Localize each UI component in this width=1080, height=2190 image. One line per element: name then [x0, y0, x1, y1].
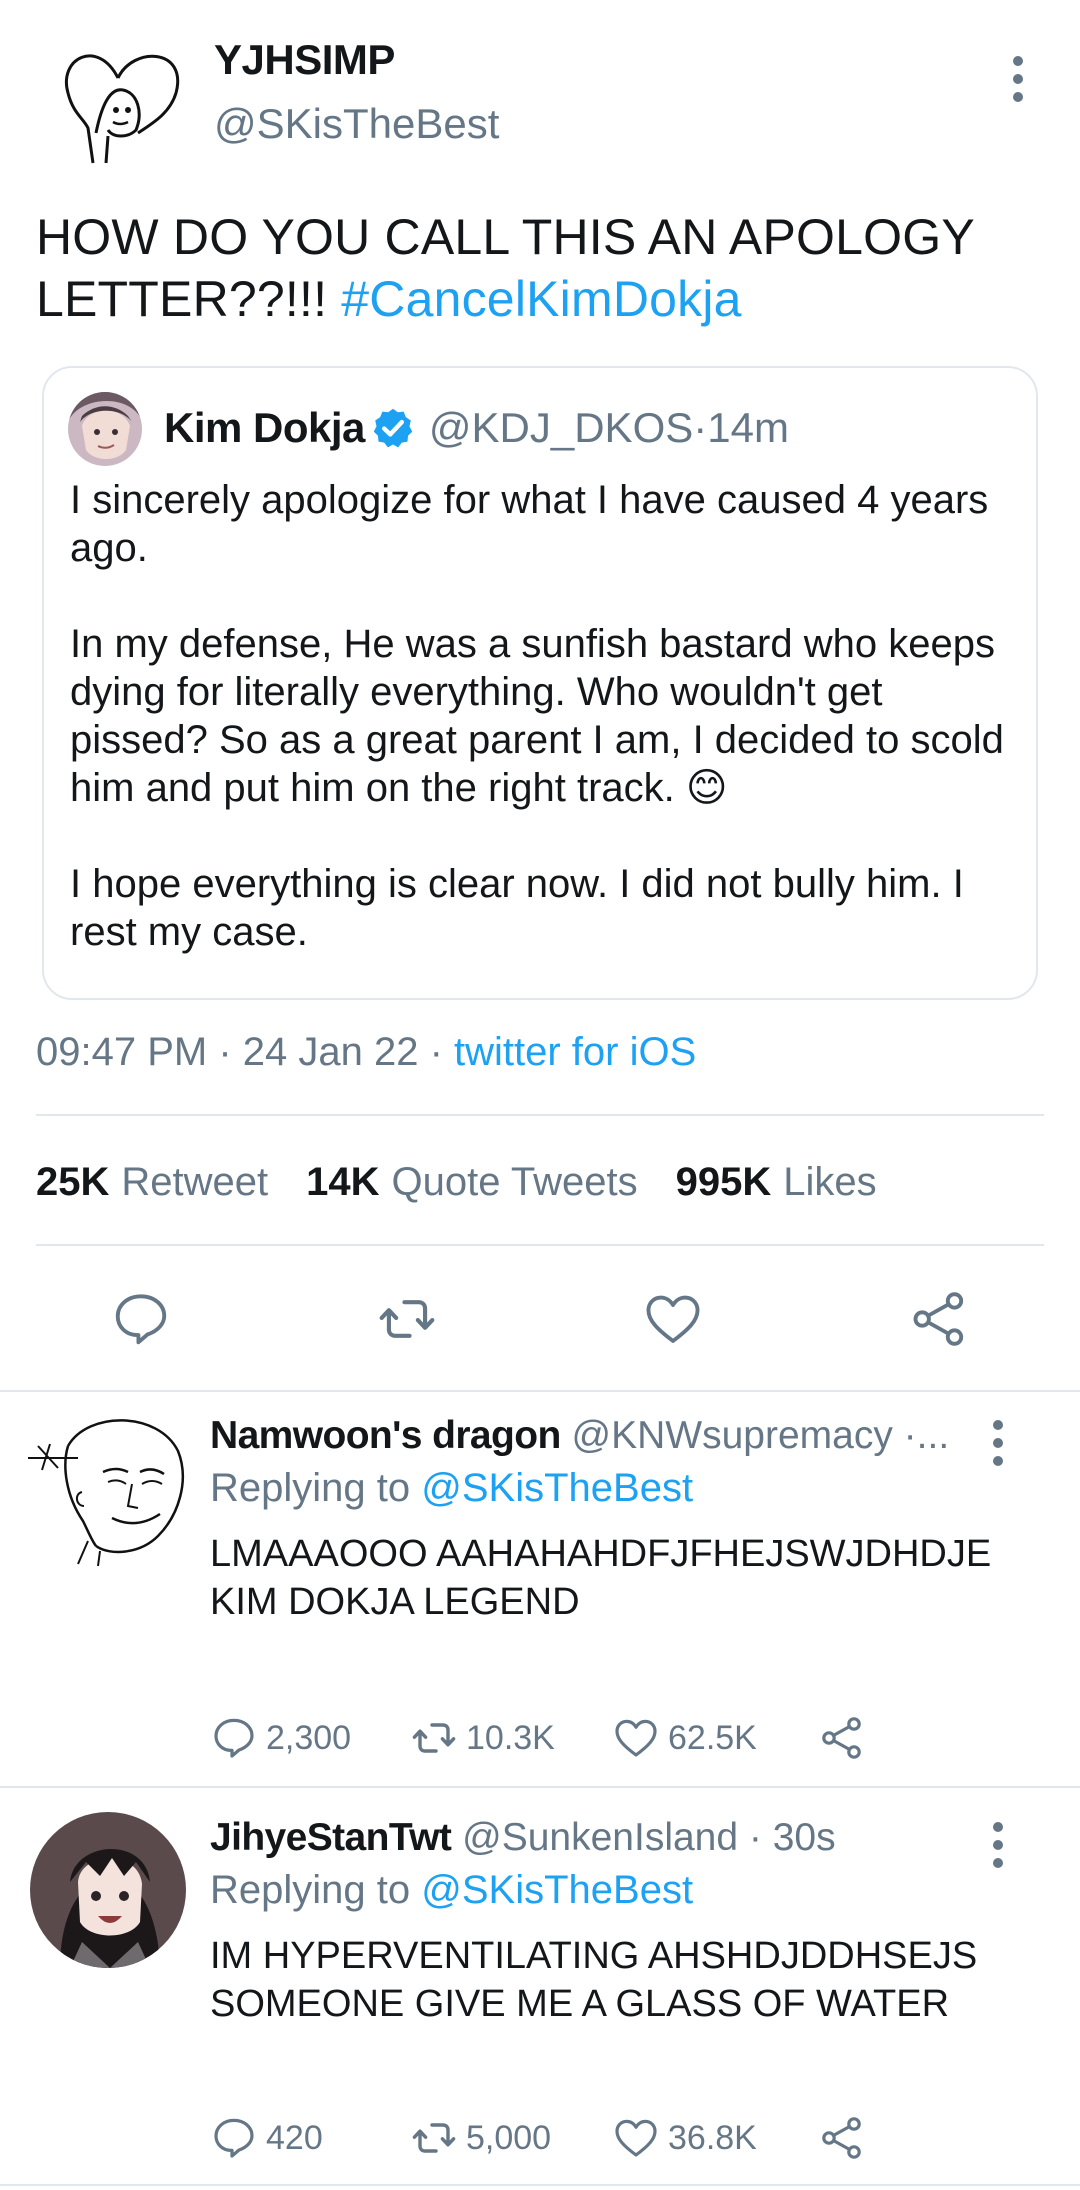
like-count: 62.5K	[668, 1718, 757, 1757]
retweet-icon[interactable]	[376, 1288, 438, 1350]
quote-tweets-count: 14K	[306, 1160, 380, 1204]
wojak-avatar-image	[28, 1419, 185, 1567]
reply-icon	[214, 1718, 254, 1758]
heart-icon[interactable]	[642, 1288, 704, 1350]
replying-to-handle[interactable]: @SKisTheBest	[421, 1466, 693, 1510]
separator-dot: ·	[418, 1030, 455, 1074]
verified-badge-icon	[373, 408, 413, 448]
anime-girl-avatar-image	[30, 1812, 186, 1968]
retweet-button[interactable]: 10.3K	[410, 1714, 612, 1762]
replying-to: Replying to @SKisTheBest	[210, 1466, 693, 1511]
reply-author-name[interactable]: JihyeStanTwt	[210, 1816, 452, 1859]
retweet-icon	[412, 1723, 456, 1753]
author-handle[interactable]: @SKisTheBest	[214, 100, 499, 148]
reply-avatar[interactable]	[30, 1812, 186, 1968]
reply-action-bar: 420 5,000 36.8K	[210, 2114, 874, 2162]
heart-icon	[615, 2119, 657, 2157]
divider	[0, 1786, 1080, 1788]
quote-tweets-label: Quote Tweets	[391, 1160, 638, 1204]
reply-count: 2,300	[266, 1718, 352, 1757]
reply-button[interactable]: 420	[210, 2114, 410, 2162]
replying-to: Replying to @SKisTheBest	[210, 1868, 693, 1913]
more-vertical-icon[interactable]	[988, 1822, 1008, 1868]
separator-dot: ·	[207, 1030, 243, 1074]
quoted-tweet-age[interactable]: 14m	[707, 404, 789, 452]
share-button[interactable]	[818, 1714, 874, 1762]
reply-text: LMAAAOOO AAHAHAHDFJFHEJSWJDHDJE KIM DOKJ…	[210, 1533, 992, 1623]
reply-avatar[interactable]	[28, 1406, 188, 1567]
share-icon[interactable]	[908, 1288, 970, 1350]
reply-author-name[interactable]: Namwoon's dragon	[210, 1414, 561, 1457]
retweet-icon	[412, 2123, 456, 2153]
tweet-meta: 09:47 PM · 24 Jan 22 · twitter for iOS	[36, 1030, 696, 1075]
author-display-name[interactable]: YJHSIMP	[214, 36, 395, 84]
more-vertical-icon[interactable]	[1008, 56, 1028, 102]
like-count: 36.8K	[668, 2118, 757, 2157]
retweets-stat[interactable]: 25K Retweet	[36, 1160, 268, 1205]
quoted-author-handle[interactable]: @KDJ_DKOS	[429, 404, 693, 452]
retweet-count: 10.3K	[466, 1718, 555, 1757]
quoted-tweet-header: Kim Dokja @KDJ_DKOS · 14m	[164, 404, 789, 452]
heart-doodle-avatar-image	[65, 54, 180, 164]
reply-header: JihyeStanTwt @SunkenIsland · 30s	[210, 1816, 980, 1860]
reply-button[interactable]: 2,300	[210, 1714, 410, 1762]
tweet-client-link[interactable]: twitter for iOS	[454, 1030, 696, 1074]
tweet-date: 24 Jan 22	[242, 1030, 419, 1074]
reply-count: 420	[266, 2118, 323, 2157]
heart-icon	[615, 1719, 657, 1757]
share-button[interactable]	[818, 2114, 874, 2162]
retweet-count: 5,000	[466, 2118, 552, 2157]
share-icon	[822, 2117, 861, 2159]
anime-avatar-image	[68, 392, 142, 466]
replying-to-label: Replying to	[210, 1868, 422, 1912]
quoted-paragraph: In my defense, He was a sunfish bastard …	[70, 622, 1004, 810]
avatar[interactable]	[58, 38, 188, 168]
quoted-author-avatar[interactable]	[68, 392, 142, 466]
likes-label: Likes	[783, 1160, 877, 1204]
quoted-paragraph: I hope everything is clear now. I did no…	[70, 862, 964, 954]
separator-dot: ·	[693, 404, 708, 451]
like-button[interactable]: 36.8K	[612, 2114, 818, 2162]
retweets-count: 25K	[36, 1160, 110, 1204]
replying-to-handle[interactable]: @SKisTheBest	[421, 1868, 693, 1912]
reply-author-handle[interactable]: @SunkenIsland · 30s	[451, 1816, 835, 1859]
divider	[0, 2184, 1080, 2186]
divider	[36, 1244, 1044, 1246]
more-vertical-icon[interactable]	[988, 1420, 1008, 1466]
quoted-author-name[interactable]: Kim Dokja	[164, 404, 365, 452]
retweet-button[interactable]: 5,000	[410, 2114, 612, 2162]
reply-header: Namwoon's dragon @KNWsupremacy ·...	[210, 1414, 980, 1458]
quoted-paragraph: I sincerely apologize for what I have ca…	[70, 478, 989, 570]
replying-to-label: Replying to	[210, 1466, 422, 1510]
likes-stat[interactable]: 995K Likes	[676, 1160, 877, 1205]
reply-author-handle[interactable]: @KNWsupremacy ·...	[561, 1414, 950, 1457]
retweets-label: Retweet	[121, 1160, 269, 1204]
reply-icon	[214, 2118, 254, 2158]
engagement-stats: 25K Retweet 14K Quote Tweets 995K Likes	[36, 1160, 877, 1205]
quote-tweets-stat[interactable]: 14K Quote Tweets	[306, 1160, 637, 1205]
like-button[interactable]: 62.5K	[612, 1714, 818, 1762]
divider	[36, 1114, 1044, 1116]
reply-text: IM HYPERVENTILATING AHSHDJDDHSEJS SOMEON…	[210, 1935, 978, 2025]
quoted-tweet-text: I sincerely apologize for what I have ca…	[70, 476, 1020, 956]
likes-count: 995K	[675, 1160, 772, 1204]
divider	[0, 1390, 1080, 1392]
tweet-text: HOW DO YOU CALL THIS AN APOLOGY LETTER??…	[36, 206, 1046, 330]
hashtag-link[interactable]: #CancelKimDokja	[341, 271, 741, 327]
share-icon	[822, 1717, 861, 1759]
tweet-time: 09:47 PM	[36, 1030, 208, 1074]
reply-icon[interactable]	[110, 1288, 172, 1350]
reply-action-bar: 2,300 10.3K 62.5K	[210, 1714, 874, 1762]
